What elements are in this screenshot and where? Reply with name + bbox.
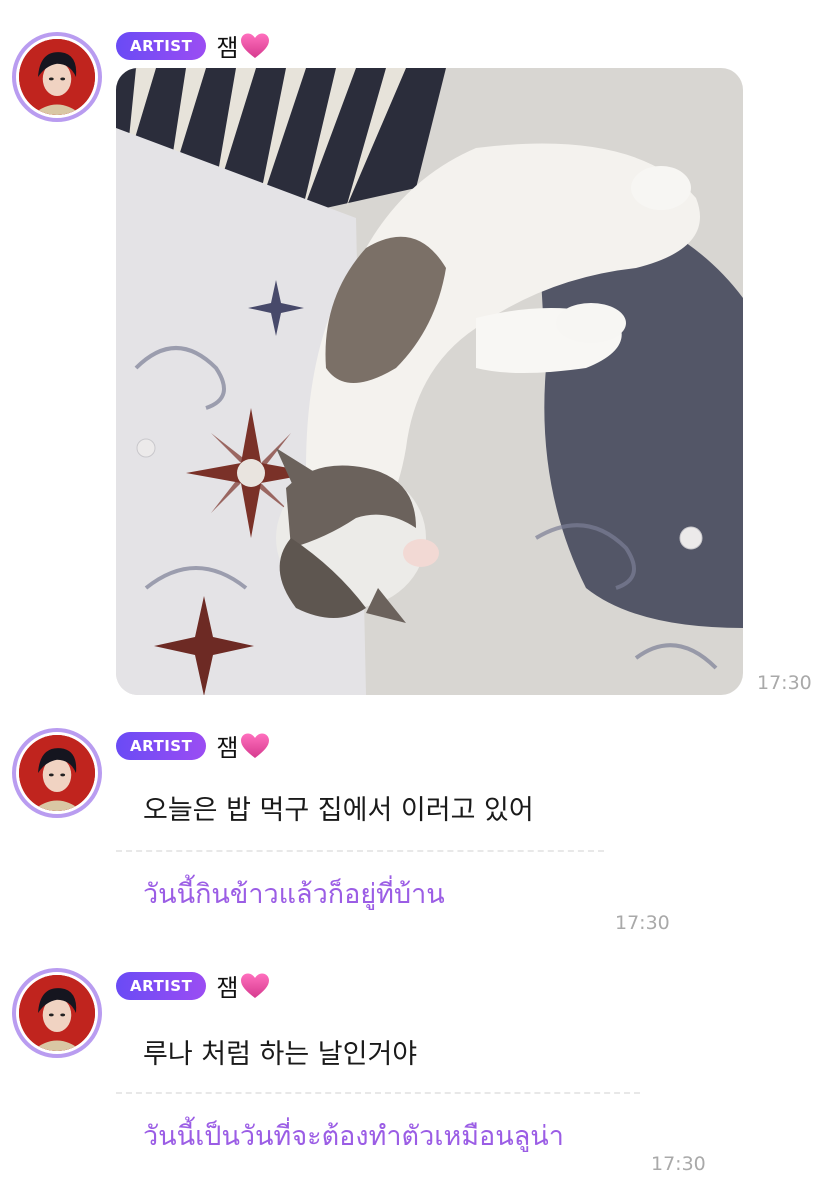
avatar[interactable] (12, 728, 102, 818)
artist-badge: ARTIST (116, 971, 207, 1000)
message-text[interactable]: 오늘은 밥 먹구 집에서 이러고 있어 (143, 788, 534, 827)
artist-badge: ARTIST (116, 731, 207, 760)
cat-photo-image (116, 68, 743, 695)
avatar[interactable] (12, 968, 102, 1058)
artist-badge: ARTIST (116, 31, 207, 60)
sender-name-text: 잼 (216, 34, 239, 62)
shared-photo[interactable] (116, 68, 743, 695)
translation-divider (116, 850, 604, 852)
avatar-icon (19, 39, 95, 115)
avatar-icon (19, 975, 95, 1051)
heart-icon (241, 33, 270, 58)
sender-name: 잼 (216, 28, 270, 63)
translation-text: วันนี้เป็นวันที่จะต้องทำตัวเหมือนลูน่า (143, 1121, 564, 1152)
sender-name-text: 잼 (216, 734, 239, 762)
sender-name: 잼 (216, 728, 270, 763)
avatar-icon (19, 735, 95, 811)
message-time: 17:30 (757, 672, 812, 694)
heart-icon (241, 733, 270, 758)
sender-name-text: 잼 (216, 974, 239, 1002)
message-time: 17:30 (615, 912, 670, 934)
message-text[interactable]: 루나 처럼 하는 날인거야 (143, 1032, 417, 1071)
heart-icon (241, 973, 270, 998)
message-time: 17:30 (651, 1153, 706, 1175)
sender-name: 잼 (216, 968, 270, 1003)
translation-divider (116, 1092, 640, 1094)
translation-text: วันนี้กินข้าวแล้วก็อยู่ที่บ้าน (143, 879, 445, 910)
avatar[interactable] (12, 32, 102, 122)
